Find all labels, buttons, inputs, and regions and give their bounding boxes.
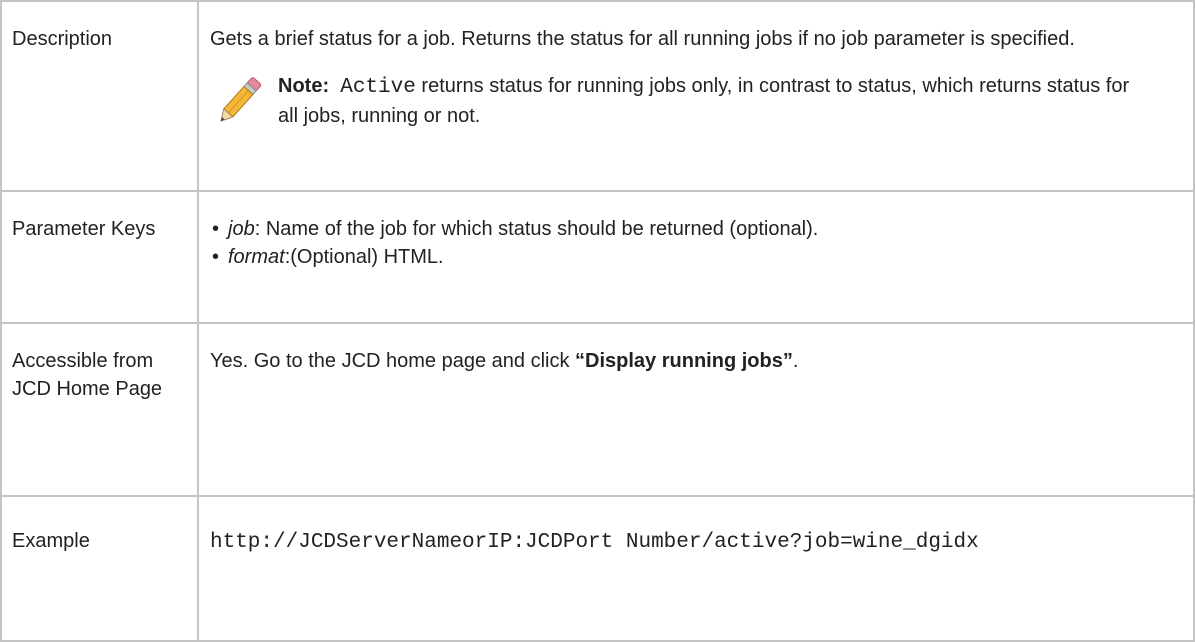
table-row: Parameter Keys job: Name of the job for … <box>0 190 1195 324</box>
accessible-text: Yes. Go to the JCD home page and click <box>210 350 576 372</box>
table-row: Accessible from JCD Home Page Yes. Go to… <box>0 322 1195 497</box>
reference-table: Description Gets a brief status for a jo… <box>0 0 1195 642</box>
row-content-description: Gets a brief status for a job. Returns t… <box>197 0 1195 192</box>
description-text: Gets a brief status for a job. Returns t… <box>210 28 1075 50</box>
row-label-accessible: Accessible from JCD Home Page <box>0 322 199 497</box>
param-desc: :(Optional) HTML. <box>284 246 444 268</box>
row-label-example: Example <box>0 495 199 642</box>
row-content-parameter-keys: job: Name of the job for which status sh… <box>197 190 1195 324</box>
row-content-accessible: Yes. Go to the JCD home page and click “… <box>197 322 1195 497</box>
example-url: http://JCDServerNameorIP:JCDPort Number/… <box>210 531 979 554</box>
list-item: job: Name of the job for which status sh… <box>212 215 1193 243</box>
parameter-list: job: Name of the job for which status sh… <box>210 215 1193 271</box>
accessible-bold: “Display running jobs” <box>575 350 793 372</box>
param-key: job <box>228 218 255 240</box>
param-key: format <box>228 246 285 268</box>
accessible-end: . <box>792 350 799 372</box>
note-block: Note: Active returns status for running … <box>214 72 1193 132</box>
note-label: Note: <box>278 75 330 97</box>
note-text: Note: Active returns status for running … <box>278 72 1148 132</box>
row-content-example: http://JCDServerNameorIP:JCDPort Number/… <box>197 495 1195 642</box>
list-item: format:(Optional) HTML. <box>212 243 1193 271</box>
note-code: Active <box>340 76 416 99</box>
row-label-parameter-keys: Parameter Keys <box>0 190 199 324</box>
row-label-description: Description <box>0 0 199 192</box>
param-desc: : Name of the job for which status shoul… <box>254 218 819 240</box>
pencil-icon <box>220 77 262 122</box>
table-row: Example http://JCDServerNameorIP:JCDPort… <box>0 495 1195 642</box>
table-row: Description Gets a brief status for a jo… <box>0 0 1195 192</box>
